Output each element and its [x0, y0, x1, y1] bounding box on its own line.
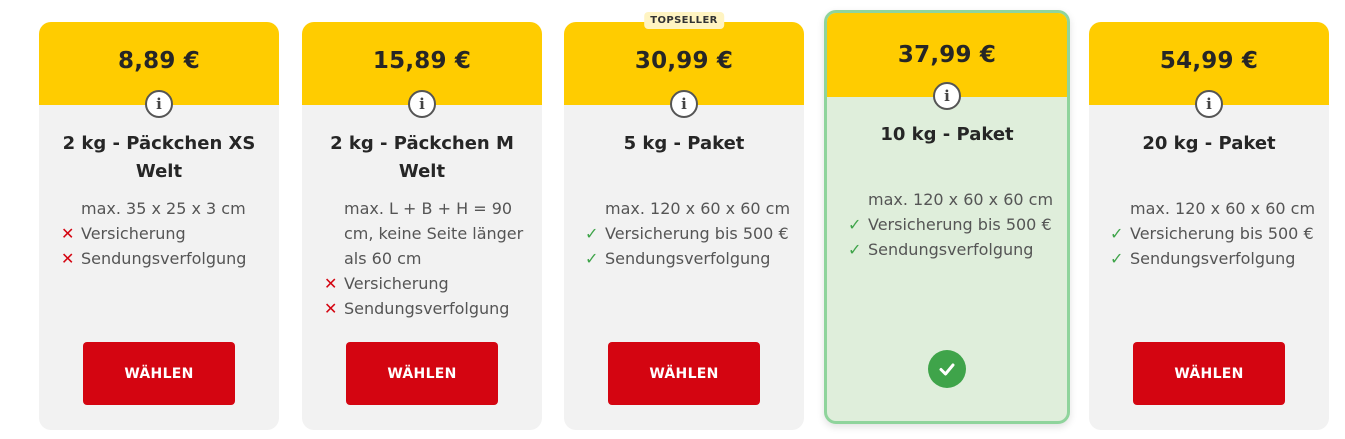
- feature-insurance: ✓ Versicherung bis 500 €: [585, 221, 800, 246]
- feature-list: max. 35 x 25 x 3 cm ✕ Versicherung ✕ Sendu…: [61, 196, 271, 271]
- feature-dimensions: max. 35 x 25 x 3 cm: [81, 199, 246, 218]
- feature-insurance: ✓ Versicherung bis 500 €: [848, 212, 1063, 237]
- check-icon: ✓: [1110, 224, 1124, 243]
- product-title: 10 kg - Paket: [880, 124, 1014, 145]
- cross-icon: ✕: [324, 299, 338, 318]
- product-card-20kg[interactable]: 54,99 € i 20 kg - Paket max. 120 x 60 x …: [1089, 22, 1329, 430]
- select-button[interactable]: WÄHLEN: [608, 342, 760, 405]
- feature-list: max. 120 x 60 x 60 cm ✓ Versicherung bis …: [1110, 196, 1325, 271]
- info-icon[interactable]: i: [145, 90, 173, 118]
- product-title: 2 kg - Päckchen M Welt: [330, 133, 514, 182]
- select-button[interactable]: WÄHLEN: [346, 342, 498, 405]
- feature-tracking: ✓ Sendungsverfolgung: [1110, 246, 1325, 271]
- feature-insurance: ✕ Versicherung: [324, 271, 534, 296]
- cross-icon: ✕: [61, 249, 75, 268]
- product-title: 2 kg - Päckchen XS Welt: [62, 133, 256, 182]
- feature-tracking: ✕ Sendungsverfolgung: [324, 296, 534, 321]
- info-icon[interactable]: i: [933, 82, 961, 110]
- product-card-5kg[interactable]: 30,99 € TOPSELLER i 5 kg - Paket max. 12…: [564, 12, 804, 430]
- cross-icon: ✕: [61, 224, 75, 243]
- check-icon: ✓: [1110, 249, 1124, 268]
- feature-list: max. 120 x 60 x 60 cm ✓ Versicherung bis …: [848, 187, 1063, 262]
- product-card-10kg-selected[interactable]: 37,99 € i 10 kg - Paket max. 120 x 60 x …: [824, 10, 1070, 424]
- cross-icon: ✕: [324, 274, 338, 293]
- select-button[interactable]: WÄHLEN: [83, 342, 235, 405]
- info-icon[interactable]: i: [1195, 90, 1223, 118]
- feature-dimensions: max. 120 x 60 x 60 cm: [1130, 199, 1316, 218]
- check-icon: ✓: [585, 224, 599, 243]
- feature-list: max. 120 x 60 x 60 cm ✓ Versicherung bis …: [585, 196, 800, 271]
- product-title: 5 kg - Paket: [623, 133, 745, 154]
- feature-tracking: ✓ Sendungsverfolgung: [848, 237, 1063, 262]
- info-icon[interactable]: i: [670, 90, 698, 118]
- selected-check-icon: [928, 350, 966, 388]
- price-label: 37,99 €: [897, 42, 997, 68]
- feature-tracking: ✕ Sendungsverfolgung: [61, 246, 271, 271]
- check-icon: ✓: [848, 215, 862, 234]
- feature-list: max. L + B + H = 90 cm, keine Seite läng…: [324, 196, 534, 321]
- product-title: 20 kg - Paket: [1142, 133, 1276, 154]
- feature-insurance: ✕ Versicherung: [61, 221, 271, 246]
- product-card-2kg-xs[interactable]: 8,89 € i 2 kg - Päckchen XS Welt max. 35…: [39, 22, 279, 430]
- feature-dimensions: max. 120 x 60 x 60 cm: [868, 190, 1054, 209]
- info-icon[interactable]: i: [408, 90, 436, 118]
- feature-dimensions: max. 120 x 60 x 60 cm: [605, 199, 791, 218]
- select-button[interactable]: WÄHLEN: [1133, 342, 1285, 405]
- check-icon: ✓: [585, 249, 599, 268]
- feature-dimensions: max. L + B + H = 90 cm, keine Seite läng…: [344, 199, 524, 268]
- price-label: 30,99 €: [634, 48, 734, 74]
- price-label: 54,99 €: [1159, 48, 1259, 74]
- price-label: 15,89 €: [372, 48, 472, 74]
- price-label: 8,89 €: [118, 48, 200, 74]
- check-icon: ✓: [848, 240, 862, 259]
- feature-tracking: ✓ Sendungsverfolgung: [585, 246, 800, 271]
- product-card-2kg-m[interactable]: 15,89 € i 2 kg - Päckchen M Welt max. L …: [302, 22, 542, 430]
- feature-insurance: ✓ Versicherung bis 500 €: [1110, 221, 1325, 246]
- topseller-badge: TOPSELLER: [644, 12, 724, 29]
